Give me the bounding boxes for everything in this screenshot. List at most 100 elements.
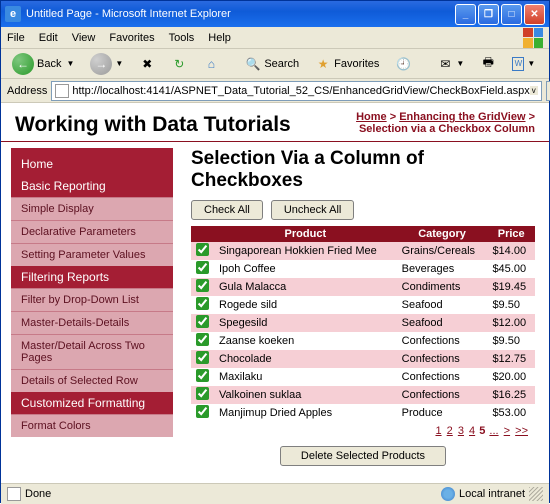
sidebar-item-home[interactable]: Home [11, 153, 173, 175]
row-checkbox[interactable] [196, 279, 209, 292]
cell-price: $16.25 [487, 386, 535, 404]
sidebar-item-setting-params[interactable]: Setting Parameter Values [11, 243, 173, 266]
mail-button[interactable]: ✉▼ [432, 53, 469, 75]
pager-last[interactable]: >> [515, 425, 528, 437]
row-checkbox[interactable] [196, 315, 209, 328]
table-row: Gula MalaccaCondiments$19.45 [191, 278, 535, 296]
breadcrumb-current: Selection via a Checkbox Column [359, 123, 535, 135]
row-checkbox[interactable] [196, 369, 209, 382]
sidebar-item-declarative-params[interactable]: Declarative Parameters [11, 220, 173, 243]
table-row: Zaanse koekenConfections$9.50 [191, 332, 535, 350]
window-title-bar: e Untitled Page - Microsoft Internet Exp… [1, 1, 549, 27]
menu-bar: File Edit View Favorites Tools Help [1, 27, 549, 49]
address-bar: Address http://localhost:4141/ASPNET_Dat… [1, 79, 549, 103]
col-price: Price [487, 226, 535, 242]
content-heading: Selection Via a Column of Checkboxes [191, 148, 535, 192]
cell-price: $14.00 [487, 242, 535, 260]
sidebar-section-filtering[interactable]: Filtering Reports [11, 266, 173, 288]
page-icon [55, 84, 69, 98]
cell-price: $12.00 [487, 314, 535, 332]
col-product: Product [214, 226, 397, 242]
col-category: Category [397, 226, 488, 242]
pager-4[interactable]: 4 [469, 425, 475, 437]
cell-product: Maxilaku [214, 368, 397, 386]
star-icon: ★ [315, 56, 331, 72]
row-checkbox[interactable] [196, 261, 209, 274]
cell-price: $20.00 [487, 368, 535, 386]
menu-favorites[interactable]: Favorites [109, 32, 154, 44]
menu-edit[interactable]: Edit [39, 32, 58, 44]
table-row: MaxilakuConfections$20.00 [191, 368, 535, 386]
edit-button[interactable]: W▼ [507, 54, 540, 74]
pager-2[interactable]: 2 [447, 425, 453, 437]
window-title: Untitled Page - Microsoft Internet Explo… [26, 8, 231, 20]
sidebar-item-format-colors[interactable]: Format Colors [11, 414, 173, 437]
sidebar-item-simple-display[interactable]: Simple Display [11, 197, 173, 220]
windows-logo-icon [523, 28, 543, 48]
cell-category: Confections [397, 386, 488, 404]
search-button[interactable]: 🔍Search [240, 53, 304, 75]
row-checkbox[interactable] [196, 297, 209, 310]
forward-button[interactable]: → ▼ [85, 50, 128, 78]
favorites-button[interactable]: ★Favorites [310, 53, 384, 75]
resize-grip[interactable] [529, 487, 543, 501]
pager-3[interactable]: 3 [458, 425, 464, 437]
menu-view[interactable]: View [72, 32, 96, 44]
main-content: Selection Via a Column of Checkboxes Che… [173, 142, 549, 483]
pager-next[interactable]: > [504, 425, 510, 437]
back-button[interactable]: ← Back▼ [7, 50, 79, 78]
minimize-button[interactable]: _ [455, 4, 476, 25]
sidebar-section-basic[interactable]: Basic Reporting [11, 175, 173, 197]
row-checkbox[interactable] [196, 405, 209, 418]
mail-icon: ✉ [437, 56, 453, 72]
refresh-icon: ↻ [171, 56, 187, 72]
delete-selected-button[interactable]: Delete Selected Products [280, 446, 446, 466]
discuss-button[interactable]: 💬 [546, 53, 550, 75]
go-button[interactable]: →Go [546, 81, 550, 101]
menu-file[interactable]: File [7, 32, 25, 44]
breadcrumb-home[interactable]: Home [356, 111, 387, 123]
address-input[interactable]: http://localhost:4141/ASPNET_Data_Tutori… [51, 81, 541, 101]
breadcrumb-section[interactable]: Enhancing the GridView [399, 111, 525, 123]
cell-product: Rogede sild [214, 296, 397, 314]
sidebar-item-master-detail-2p[interactable]: Master/Detail Across Two Pages [11, 334, 173, 369]
menu-help[interactable]: Help [208, 32, 231, 44]
table-row: Manjimup Dried ApplesProduce$53.00 [191, 404, 535, 422]
history-button[interactable]: 🕘 [390, 53, 416, 75]
cell-product: Valkoinen suklaa [214, 386, 397, 404]
pager-1[interactable]: 1 [435, 425, 441, 437]
chevron-down-icon[interactable]: v [530, 86, 538, 95]
cell-product: Spegesild [214, 314, 397, 332]
done-icon [7, 487, 21, 501]
pager: 1 2 3 4 5 ... > >> [191, 422, 535, 440]
print-button[interactable]: 🖶 [475, 53, 501, 75]
sidebar-item-master-details[interactable]: Master-Details-Details [11, 311, 173, 334]
cell-category: Condiments [397, 278, 488, 296]
forward-icon: → [90, 53, 112, 75]
pager-more[interactable]: ... [489, 425, 498, 437]
row-checkbox[interactable] [196, 243, 209, 256]
cell-category: Seafood [397, 296, 488, 314]
sidebar-section-custom-fmt[interactable]: Customized Formatting [11, 392, 173, 414]
maximize-button[interactable]: □ [501, 4, 522, 25]
row-checkbox[interactable] [196, 333, 209, 346]
stop-button[interactable]: ✖ [134, 53, 160, 75]
check-all-button[interactable]: Check All [191, 200, 263, 220]
row-checkbox[interactable] [196, 351, 209, 364]
refresh-button[interactable]: ↻ [166, 53, 192, 75]
edit-doc-icon: W [512, 57, 524, 71]
row-checkbox[interactable] [196, 387, 209, 400]
chevron-down-icon: ▼ [115, 59, 123, 68]
restore-button[interactable]: ❐ [478, 4, 499, 25]
menu-tools[interactable]: Tools [169, 32, 195, 44]
uncheck-all-button[interactable]: Uncheck All [271, 200, 354, 220]
close-button[interactable]: ✕ [524, 4, 545, 25]
home-button[interactable]: ⌂ [198, 53, 224, 75]
sidebar: Home Basic Reporting Simple Display Decl… [1, 142, 173, 483]
sidebar-item-filter-ddl[interactable]: Filter by Drop-Down List [11, 288, 173, 311]
home-icon: ⌂ [203, 56, 219, 72]
cell-product: Ipoh Coffee [214, 260, 397, 278]
pager-5-current: 5 [479, 425, 485, 437]
table-row: Rogede sildSeafood$9.50 [191, 296, 535, 314]
sidebar-item-details-selected[interactable]: Details of Selected Row [11, 369, 173, 392]
